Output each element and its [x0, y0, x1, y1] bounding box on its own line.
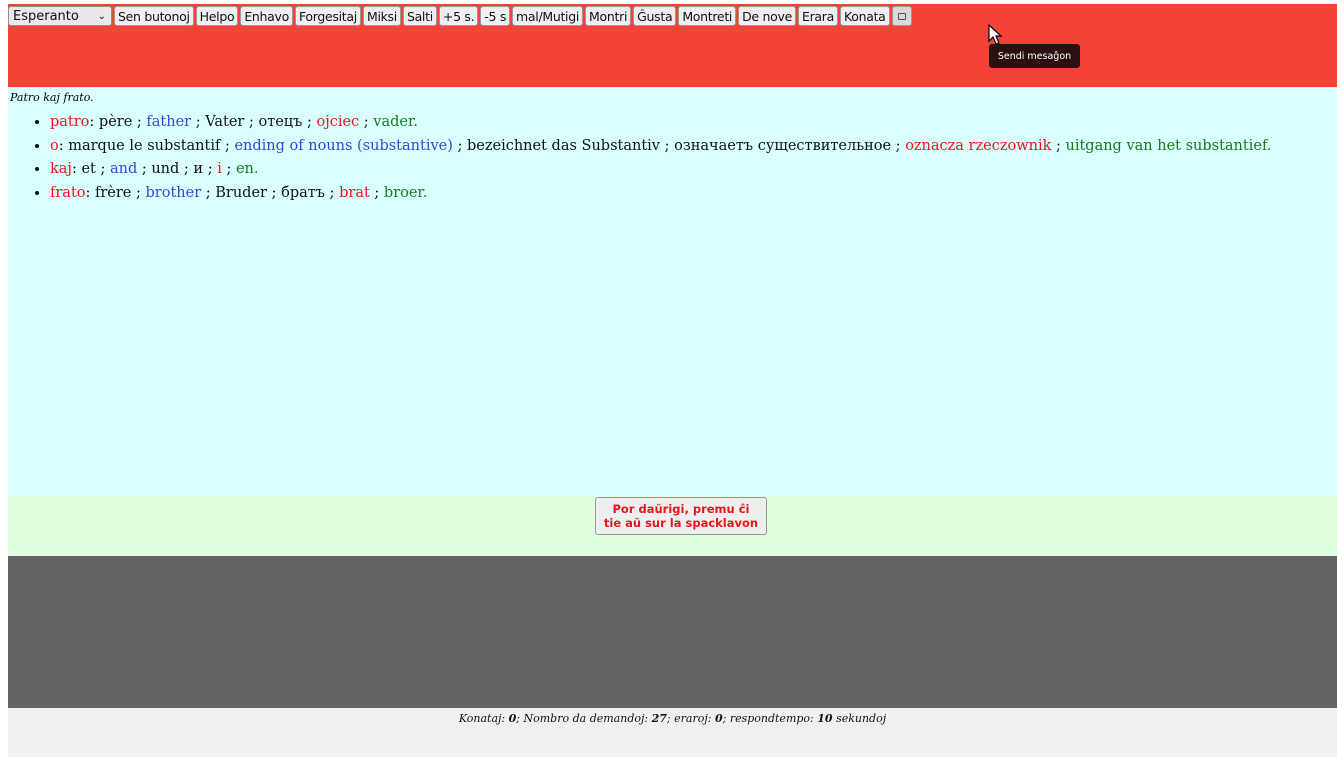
gloss-english: father	[146, 114, 192, 130]
known-count: 0	[508, 712, 517, 725]
button-correct[interactable]: Ĝusta	[633, 6, 677, 26]
button-minus-5s[interactable]: -5 s	[480, 6, 511, 26]
lesson-content: Patro kaj frato. patro: père ; father ; …	[8, 87, 1337, 496]
gloss-russian: отецъ	[258, 114, 303, 130]
gloss-item: frato: frère ; brother ; Bruder ; братъ …	[50, 182, 1330, 206]
language-select-value: Esperanto	[13, 8, 79, 24]
stats-line: Konataj: 0; Nombro da demandoj: 27; erar…	[458, 712, 887, 725]
gloss-polish: brat	[339, 184, 370, 201]
continue-button[interactable]: Por daŭrigi, premu ĉi tie aŭ sur la spac…	[595, 497, 767, 535]
gloss-word: frato	[50, 184, 86, 201]
answer-bar: Por daŭrigi, premu ĉi tie aŭ sur la spac…	[8, 496, 1337, 556]
errors-label: eraroj:	[674, 712, 712, 725]
button-help[interactable]: Helpo	[195, 6, 239, 26]
gloss-german: bezeichnet das Substantiv	[467, 137, 660, 154]
gloss-item: kaj: et ; and ; und ; и ; i ; en.	[50, 158, 1330, 182]
gloss-word: patro	[50, 114, 90, 130]
button-plus-5s[interactable]: +5 s.	[438, 6, 479, 26]
button-wrong[interactable]: Erara	[797, 6, 838, 26]
gloss-russian: и	[193, 161, 204, 177]
button-shuffle[interactable]: Miksi	[362, 6, 401, 26]
gloss-item: o: marque le substantif ; ending of noun…	[50, 135, 1330, 159]
button-no-buttons[interactable]: Sen butonoj	[114, 6, 194, 26]
toolbar: Esperanto ⌄ Sen butonoj Helpo Enhavo For…	[8, 6, 912, 26]
send-message-button[interactable]	[891, 6, 912, 26]
button-skip[interactable]: Salti	[402, 6, 437, 26]
questions-label: Nombro da demandoj:	[523, 712, 649, 725]
gloss-polish: oznacza rzeczownik	[905, 137, 1052, 154]
button-show[interactable]: Montri	[585, 6, 632, 26]
chevron-down-icon: ⌄	[97, 10, 106, 22]
dark-panel	[8, 556, 1337, 708]
gloss-french: et	[81, 161, 96, 177]
gloss-word: o	[50, 137, 59, 154]
gloss-polish: i	[217, 161, 222, 177]
gloss-english: brother	[145, 184, 202, 201]
known-label: Konataj:	[458, 712, 506, 725]
gloss-english: ending of nouns (substantive)	[234, 137, 453, 154]
mouse-cursor-icon	[988, 24, 1003, 45]
gloss-polish: ojciec	[316, 114, 360, 130]
gloss-german: und	[151, 161, 180, 177]
button-restart[interactable]: De nove	[738, 6, 796, 26]
gloss-german: Vater	[205, 114, 245, 130]
gloss-dutch: uitgang van het substantief	[1065, 137, 1267, 154]
sentence-text: Patro kaj frato.	[10, 91, 94, 104]
button-forgotten[interactable]: Forgesitaj	[294, 6, 361, 26]
time-unit: sekundoj	[836, 712, 887, 725]
gloss-list: patro: père ; father ; Vater ; отецъ ; o…	[30, 111, 1330, 205]
button-hint[interactable]: Montreti	[678, 6, 737, 26]
gloss-french: père	[98, 114, 133, 130]
button-contents[interactable]: Enhavo	[240, 6, 293, 26]
gloss-dutch: en	[235, 161, 254, 177]
gloss-dutch: vader	[373, 114, 414, 130]
questions-count: 27	[651, 712, 667, 725]
gloss-dutch: broer	[383, 184, 423, 201]
button-mute-toggle[interactable]: mal/Mutigi	[512, 6, 584, 26]
gloss-english: and	[109, 161, 138, 177]
envelope-icon	[897, 12, 906, 20]
status-footer: Konataj: 0; Nombro da demandoj: 27; erar…	[8, 708, 1337, 757]
time-label: respondtempo:	[729, 712, 814, 725]
time-value: 10	[817, 712, 833, 725]
gloss-french: marque le substantif	[68, 137, 221, 154]
gloss-german: Bruder	[215, 184, 267, 201]
gloss-russian: братъ	[281, 184, 325, 201]
errors-count: 0	[714, 712, 723, 725]
button-known[interactable]: Konata	[839, 6, 890, 26]
gloss-french: frère	[95, 184, 132, 201]
app-frame: Esperanto ⌄ Sen butonoj Helpo Enhavo For…	[8, 4, 1337, 757]
language-select[interactable]: Esperanto ⌄	[8, 6, 112, 26]
gloss-item: patro: père ; father ; Vater ; отецъ ; o…	[50, 111, 1330, 135]
gloss-word: kaj	[50, 161, 72, 177]
header-bar: Esperanto ⌄ Sen butonoj Helpo Enhavo For…	[8, 4, 1337, 87]
gloss-russian: означаетъ существительное	[674, 137, 892, 154]
